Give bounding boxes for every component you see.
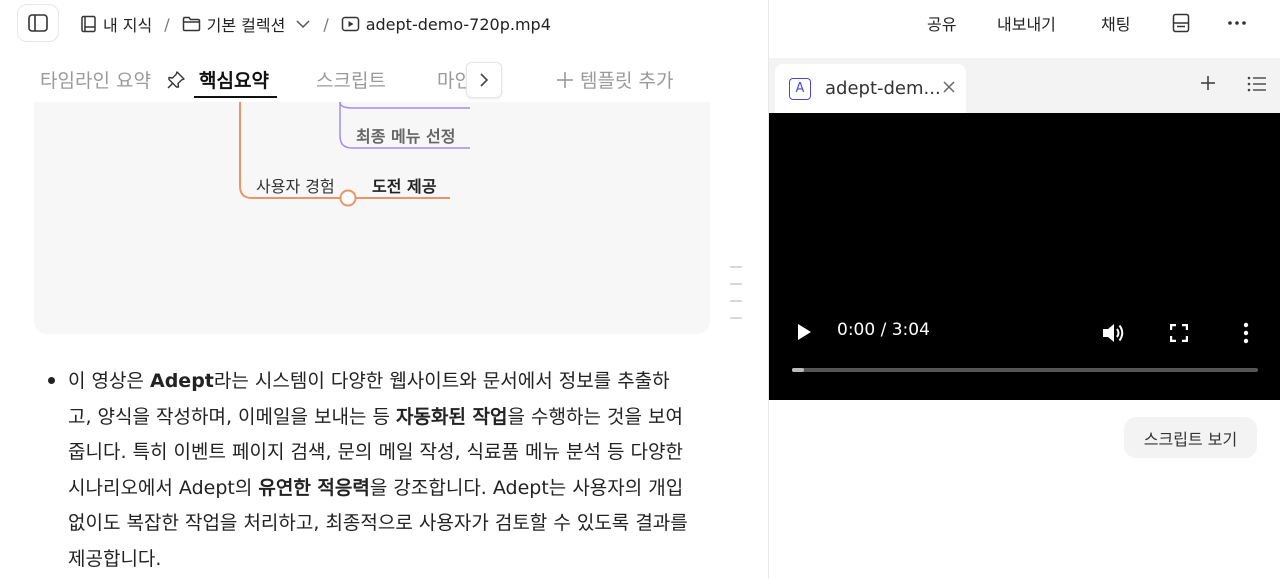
summary-tabs: 타임라인 요약 핵심요약 스크립트 마인 템플릿 추가 (0, 60, 768, 100)
video-progress-track[interactable] (792, 368, 1258, 372)
export-button[interactable]: 내보내기 (997, 11, 1056, 35)
add-template-button[interactable]: 템플릿 추가 (556, 66, 673, 93)
mindmap-node-challenge[interactable]: 도전 제공 (372, 173, 436, 197)
bullet-dot (48, 377, 55, 384)
close-icon[interactable] (942, 80, 956, 94)
tab-core-label: 핵심요약 (199, 70, 269, 92)
chevron-right-icon (480, 73, 489, 87)
tab-timeline-summary[interactable]: 타임라인 요약 (40, 66, 151, 93)
more-horizontal-icon[interactable] (1227, 20, 1247, 26)
active-tab-indicator (194, 96, 277, 98)
tab-core-summary[interactable]: 핵심요약 (199, 66, 269, 93)
video-player[interactable]: 0:00 / 3:04 (769, 113, 1280, 400)
right-pane: A adept-dem... 0:00 / 3:04 스크립트 보기 (769, 46, 1280, 579)
media-tab-title: adept-dem... (825, 78, 941, 99)
plus-icon (557, 71, 573, 88)
media-tab-bar: A adept-dem... (769, 58, 1280, 113)
view-script-button[interactable]: 스크립트 보기 (1124, 417, 1257, 458)
video-progress-buffer (792, 368, 804, 372)
mindmap-canvas[interactable]: 최종 메뉴 선정 사용자 경험 도전 제공 (34, 102, 710, 334)
media-tab[interactable]: A adept-dem... (775, 64, 966, 113)
mindmap-collapse-node[interactable] (339, 189, 357, 207)
summary-list-item: 이 영상은 Adept라는 시스템이 다양한 웹사이트와 문서에서 정보를 추출… (48, 364, 688, 578)
layout-icon[interactable] (1172, 13, 1190, 33)
mindmap-branch-user-experience[interactable]: 사용자 경험 (256, 173, 335, 197)
file-type-badge: A (789, 77, 811, 100)
fullscreen-icon[interactable] (1170, 324, 1188, 342)
tab-timeline-label: 타임라인 요약 (40, 70, 151, 92)
tabs-scroll-next-button[interactable] (466, 62, 502, 98)
chat-button[interactable]: 채팅 (1101, 11, 1130, 35)
top-bar: 내 지식 / 기본 컬렉션 / adept-demo-720p.mp4 공유 내… (0, 0, 1280, 46)
tab-script-label: 스크립트 (316, 70, 386, 92)
video-time: 0:00 / 3:04 (837, 320, 930, 340)
share-button[interactable]: 공유 (927, 11, 956, 35)
list-icon[interactable] (1247, 76, 1267, 92)
add-template-label: 템플릿 추가 (580, 70, 674, 92)
left-pane: 타임라인 요약 핵심요약 스크립트 마인 템플릿 추가 최종 메뉴 선정 사용자… (0, 46, 768, 579)
more-vertical-icon[interactable] (1243, 322, 1249, 344)
volume-icon[interactable] (1101, 322, 1125, 344)
mindmap-node-final-menu[interactable]: 최종 메뉴 선정 (356, 123, 455, 147)
summary-text: 이 영상은 Adept라는 시스템이 다양한 웹사이트와 문서에서 정보를 추출… (68, 370, 688, 570)
play-icon[interactable] (796, 323, 812, 341)
app-window: 내 지식 / 기본 컬렉션 / adept-demo-720p.mp4 공유 내… (0, 0, 1280, 579)
pane-resize-handle[interactable] (730, 266, 742, 334)
add-tab-icon[interactable] (1199, 74, 1217, 92)
tab-script[interactable]: 스크립트 (316, 66, 386, 93)
top-actions: 공유 내보내기 채팅 (0, 11, 1280, 35)
pin-icon[interactable] (166, 70, 186, 90)
